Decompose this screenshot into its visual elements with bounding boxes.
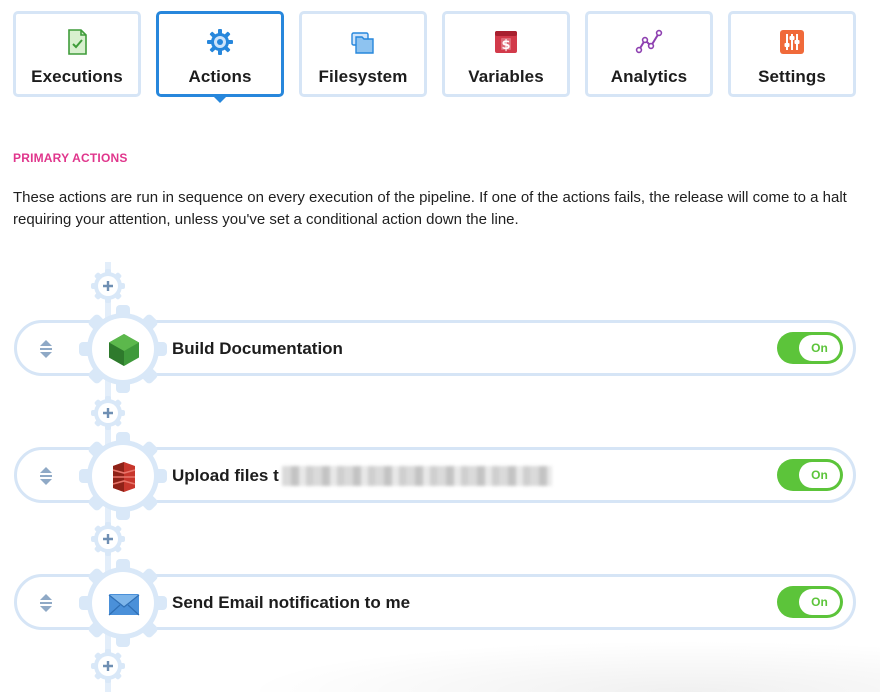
action-badge	[79, 559, 167, 647]
tab-label: Settings	[758, 67, 826, 86]
sliders-icon	[780, 30, 804, 54]
redacted-text	[282, 466, 552, 486]
action-badge	[79, 432, 167, 520]
tab-executions[interactable]: Executions	[13, 11, 141, 97]
tab-analytics[interactable]: Analytics	[585, 11, 713, 97]
action-row[interactable]: Build Documentation On	[14, 305, 856, 393]
action-label: Send Email notification to me	[172, 593, 411, 612]
section-description: These actions are run in sequence on eve…	[13, 189, 847, 228]
toggle-label: On	[799, 335, 840, 361]
action-toggle[interactable]: On	[777, 459, 843, 491]
tab-variables[interactable]: $ Variables	[442, 11, 570, 97]
add-action-gear-icon[interactable]	[90, 521, 126, 557]
action-label: Upload files t	[172, 466, 279, 485]
bottom-shadow	[240, 640, 880, 692]
gear-icon	[207, 29, 233, 55]
action-toggle[interactable]: On	[777, 586, 843, 618]
tab-label: Variables	[468, 67, 544, 86]
dollar-card-icon: $	[495, 31, 517, 53]
tab-settings[interactable]: Settings	[728, 11, 856, 97]
tab-actions[interactable]: Actions	[156, 11, 284, 103]
action-row[interactable]: Send Email notification to me On	[14, 559, 856, 647]
add-action-gear-icon[interactable]	[90, 268, 126, 304]
action-label: Build Documentation	[172, 339, 343, 358]
active-tab-caret	[213, 96, 227, 103]
action-toggle[interactable]: On	[777, 332, 843, 364]
toggle-label: On	[799, 462, 840, 488]
svg-text:$: $	[501, 38, 510, 53]
action-row[interactable]: Upload files t On	[14, 432, 856, 520]
tab-bar: Executions Actions Filesystem $ Variable…	[0, 0, 880, 110]
tab-label: Analytics	[610, 67, 688, 86]
line-chart-icon	[635, 29, 663, 54]
tab-label: Actions	[188, 67, 252, 86]
section-title: PRIMARY ACTIONS	[13, 151, 128, 165]
nodejs-hexagon-icon	[109, 334, 139, 366]
email-envelope-icon	[108, 594, 140, 616]
toggle-label: On	[799, 589, 840, 615]
drag-handle-icon[interactable]	[37, 338, 55, 360]
drag-handle-icon[interactable]	[37, 465, 55, 487]
drag-handle-icon[interactable]	[37, 592, 55, 614]
tab-label: Executions	[31, 67, 123, 86]
add-action-gear-icon[interactable]	[90, 395, 126, 431]
amazon-s3-icon	[112, 462, 136, 492]
action-badge	[79, 305, 167, 393]
add-action-gear-icon[interactable]	[90, 648, 126, 684]
tab-label: Filesystem	[318, 67, 408, 86]
tab-filesystem[interactable]: Filesystem	[299, 11, 427, 97]
document-check-icon	[68, 29, 87, 55]
folder-icon	[351, 32, 374, 54]
